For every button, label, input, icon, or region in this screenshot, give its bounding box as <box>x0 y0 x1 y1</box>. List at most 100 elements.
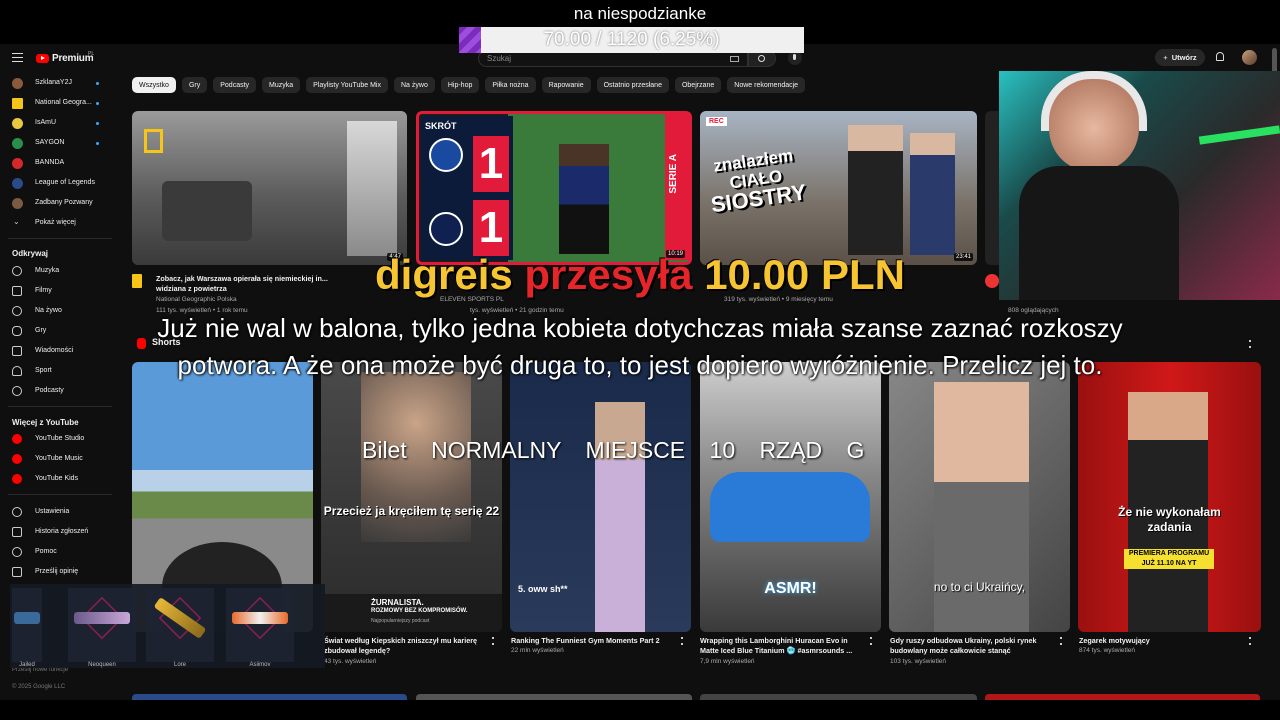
sidebar-item-report-history[interactable]: Historia zgłoszeń <box>0 522 118 542</box>
video-thumbnail[interactable]: REC znalazłem CIAŁO SIOSTRY 23:41 <box>700 111 977 265</box>
short-thumbnail[interactable]: no to ci Ukraińcy, <box>889 362 1070 632</box>
short-caption: Że nie wykonałam zadania <box>1118 505 1221 534</box>
video-thumbnail[interactable]: 4:47 <box>132 111 407 265</box>
sidebar-item-sub-2[interactable]: IsAmU <box>0 113 118 133</box>
short-thumbnail[interactable]: Przecież ja kręciłem tę serię 22 ŻURNALI… <box>321 362 502 632</box>
mic-icon[interactable] <box>788 51 802 65</box>
sidebar-item-sub-0[interactable]: SzklanaY2J <box>0 73 118 93</box>
chip[interactable]: Na żywo <box>394 77 435 93</box>
premiere-badge: PREMIERA PROGRAMU JUŻ 11.10 NA YT <box>1124 549 1214 569</box>
short-thumbnail[interactable]: 5. oww sh** <box>510 362 691 632</box>
new-dot-icon <box>96 102 99 105</box>
sidebar-item-feedback[interactable]: Prześlij opinię <box>0 562 118 582</box>
sidebar-item-sub-1[interactable]: National Geogra... <box>0 93 118 113</box>
short-title[interactable]: Ranking The Funniest Gym Moments Part 2 <box>511 636 681 645</box>
more-icon[interactable] <box>870 637 872 645</box>
atalanta-crest <box>429 138 463 172</box>
divider <box>8 406 112 407</box>
sidebar-item-sub-6[interactable]: Zadbany Pozwany <box>0 193 118 213</box>
short-caption: no to ci Ukraińcy, <box>933 580 1026 594</box>
sidebar-item-sub-4[interactable]: BANNDA <box>0 153 118 173</box>
sidebar-item-label: Podcasty <box>35 387 64 394</box>
short-title[interactable]: Matte Iced Blue Titanium 🥶 #asmrsounds .… <box>700 646 870 655</box>
more-icon[interactable] <box>1060 637 1062 645</box>
chip[interactable]: Nowe rekomendacje <box>727 77 806 93</box>
sidebar-item-show-more[interactable]: ⌄ Pokaż więcej <box>0 213 118 233</box>
scoreboard: SKRÓT 1 1 <box>421 116 513 260</box>
badge-line: JUŻ 11.10 NA YT <box>1141 560 1197 567</box>
short-title[interactable]: Świat według Kiepskich zniszczył mu kari… <box>324 636 494 645</box>
serie-a-banner: SERIE A <box>665 114 689 260</box>
chip[interactable]: Playlisty YouTube Mix <box>306 77 388 93</box>
section-heading-more: Więcej z YouTube <box>12 418 79 427</box>
sidebar-item-live[interactable]: Na żywo <box>0 301 118 321</box>
chip[interactable]: Ostatnio przesłane <box>596 77 669 93</box>
sidebar-item-label: YouTube Music <box>35 455 83 462</box>
sidebar-item-podcasts[interactable]: Podcasty <box>0 381 118 401</box>
sidebar-item-label: SzklanaY2J <box>35 79 72 86</box>
new-dot-icon <box>96 142 99 145</box>
create-button[interactable]: + Utwórz <box>1155 49 1205 66</box>
skin-label: Lore <box>173 662 186 668</box>
avatar[interactable] <box>1242 50 1257 65</box>
short-title[interactable]: zbudował legendę? <box>324 646 494 655</box>
sidebar-item-studio[interactable]: YouTube Studio <box>0 429 118 449</box>
short-thumbnail[interactable]: ASMR! <box>700 362 881 632</box>
badge-line: ŻURNALISTA. <box>371 598 424 607</box>
chip[interactable]: Gry <box>181 77 208 93</box>
sidebar-item-label: National Geogra... <box>35 99 92 106</box>
youtube-studio-icon <box>12 434 22 444</box>
live-icon <box>12 306 22 316</box>
more-icon[interactable] <box>1249 340 1251 348</box>
sidebar-item-label: Gry <box>35 327 47 334</box>
ticket-text: Bilet NORMALNY MIEJSCE 10 RZĄD G <box>362 437 865 463</box>
pisa-crest <box>429 212 463 246</box>
sidebar-item-kids[interactable]: YouTube Kids <box>0 469 118 489</box>
sidebar-item-settings[interactable]: Ustawienia <box>0 502 118 522</box>
sidebar-item-music-app[interactable]: YouTube Music <box>0 449 118 469</box>
skrot-label: SKRÓT <box>425 121 457 131</box>
more-icon[interactable] <box>1249 637 1251 645</box>
chip-all[interactable]: Wszystko <box>132 77 176 93</box>
more-icon[interactable] <box>492 637 494 645</box>
short-title[interactable]: budowlany może całkowicie stanąć <box>890 646 1060 655</box>
chip[interactable]: Rapowanie <box>541 77 591 93</box>
person-image <box>934 382 1029 632</box>
sidebar-item-label: BANNDA <box>35 159 65 166</box>
youtube-logo[interactable]: Premium <box>36 52 94 64</box>
short-title[interactable]: Zegarek motywujący <box>1079 636 1249 645</box>
sidebar-item-label: Zadbany Pozwany <box>35 199 93 206</box>
plus-icon: + <box>1163 53 1168 62</box>
create-label: Utwórz <box>1171 53 1197 62</box>
more-icon[interactable] <box>681 637 683 645</box>
sidebar-item-help[interactable]: Pomoc <box>0 542 118 562</box>
sidebar-item-sub-3[interactable]: SAYGON <box>0 133 118 153</box>
chip[interactable]: Podcasty <box>213 77 257 93</box>
news-icon <box>12 346 22 356</box>
sidebar-item-sport[interactable]: Sport <box>0 361 118 381</box>
chip[interactable]: Muzyka <box>262 77 301 93</box>
rec-badge: REC <box>706 117 727 126</box>
sidebar-item-gaming[interactable]: Gry <box>0 321 118 341</box>
short-thumbnail[interactable]: Że nie wykonałam zadania PREMIERA PROGRA… <box>1078 362 1261 632</box>
search-placeholder: Szukaj <box>487 54 512 63</box>
menu-icon[interactable] <box>12 53 23 62</box>
bell-icon[interactable] <box>1216 52 1224 61</box>
car-image <box>710 472 870 542</box>
chip[interactable]: Piłka nożna <box>485 77 536 93</box>
chip[interactable]: Obejrzane <box>674 77 722 93</box>
video-thumbnail[interactable]: SKRÓT 1 1 SERIE A 10:19 <box>416 111 692 265</box>
sidebar-item-news[interactable]: Wiadomości <box>0 341 118 361</box>
goal-progress-bar: 70.00 / 1120 (6.25%) <box>459 27 804 53</box>
keyboard-icon[interactable] <box>730 56 739 62</box>
channel-avatar <box>12 118 23 129</box>
sidebar-item-label: Sport <box>35 367 52 374</box>
short-title[interactable]: Gdy ruszy odbudowa Ukrainy, polski rynek <box>890 636 1060 645</box>
short-caption: ASMR! <box>764 580 817 597</box>
copyright: © 2025 Google LLC <box>12 684 66 690</box>
short-title[interactable]: Wrapping this Lamborghini Huracan Evo in <box>700 636 870 645</box>
sidebar-item-sub-5[interactable]: League of Legends <box>0 173 118 193</box>
chip[interactable]: Hip-hop <box>440 77 480 93</box>
youtube-music-icon <box>12 454 22 464</box>
sidebar-item-label: Ustawienia <box>35 508 70 515</box>
